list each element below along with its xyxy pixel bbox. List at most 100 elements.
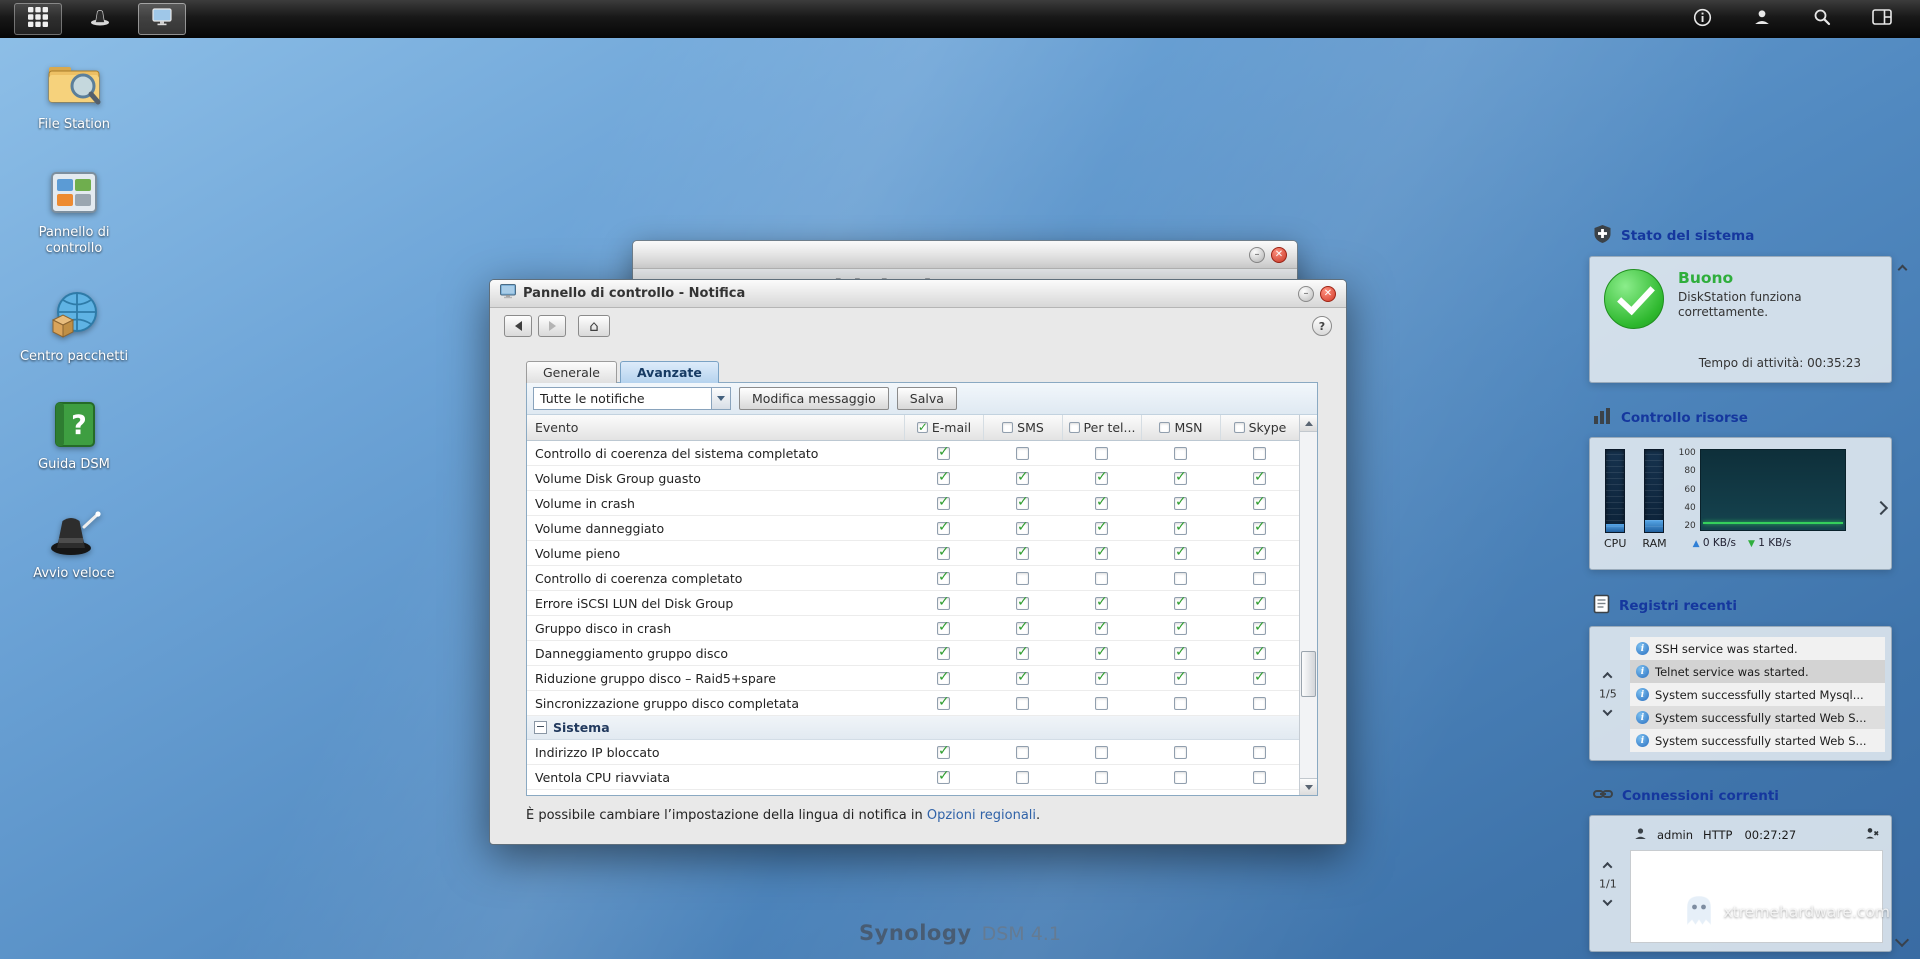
desktop-icon-control-panel[interactable]: Pannello di controllo: [12, 164, 136, 256]
notification-checkbox[interactable]: [1016, 745, 1029, 759]
desktop-icon-file-station[interactable]: File Station: [12, 56, 136, 132]
table-row[interactable]: Riduzione gruppo disco – Raid5+spare: [527, 666, 1299, 691]
window-titlebar[interactable]: Pannello di controllo - Notifica – ✕: [490, 280, 1346, 308]
table-row[interactable]: Indirizzo IP bloccato: [527, 740, 1299, 765]
notification-checkbox[interactable]: [1253, 594, 1266, 610]
notification-checkbox[interactable]: [1174, 770, 1187, 784]
notification-checkbox[interactable]: [1095, 770, 1108, 784]
notification-checkbox[interactable]: [937, 644, 950, 660]
notification-checkbox[interactable]: [937, 544, 950, 560]
notification-checkbox[interactable]: [937, 619, 950, 635]
home-button[interactable]: ⌂: [578, 315, 610, 337]
scrollbar-thumb[interactable]: [1301, 650, 1316, 697]
notification-checkbox[interactable]: [1253, 519, 1266, 535]
notification-checkbox[interactable]: [1016, 519, 1029, 535]
notification-checkbox[interactable]: [1174, 544, 1187, 560]
pager-up-icon[interactable]: [1602, 861, 1613, 872]
table-row[interactable]: Volume Disk Group guasto: [527, 466, 1299, 491]
minimize-button[interactable]: –: [1298, 285, 1314, 302]
notification-checkbox[interactable]: [1174, 696, 1187, 710]
table-section-row[interactable]: Sistema: [527, 716, 1299, 740]
edit-message-button[interactable]: Modifica messaggio: [739, 387, 889, 410]
notification-checkbox[interactable]: [1016, 469, 1029, 485]
notification-checkbox[interactable]: [1253, 696, 1266, 710]
notification-filter-select[interactable]: Tutte le notifiche: [533, 387, 731, 410]
desktop-icon-quick-start[interactable]: Avvio veloce: [12, 505, 136, 581]
table-row[interactable]: Danneggiamento gruppo disco: [527, 641, 1299, 666]
close-icon[interactable]: ✕: [1271, 246, 1287, 263]
close-icon[interactable]: ✕: [1320, 285, 1336, 302]
notification-checkbox[interactable]: [1095, 669, 1108, 685]
notification-checkbox[interactable]: [1095, 446, 1108, 460]
help-button[interactable]: ?: [1312, 316, 1332, 336]
notification-checkbox[interactable]: [1016, 446, 1029, 460]
connection-row[interactable]: admin HTTP 00:27:27: [1630, 824, 1883, 846]
notification-checkbox[interactable]: [937, 519, 950, 535]
forward-button[interactable]: [538, 315, 566, 337]
pager-down-icon[interactable]: [1602, 705, 1613, 716]
notification-checkbox[interactable]: [1016, 594, 1029, 610]
notification-checkbox[interactable]: [1174, 519, 1187, 535]
notification-checkbox[interactable]: [1253, 770, 1266, 784]
notification-checkbox[interactable]: [1016, 770, 1029, 784]
notification-checkbox[interactable]: [1095, 571, 1108, 585]
notification-checkbox[interactable]: [1253, 494, 1266, 510]
widget-pane-scroll-up[interactable]: [1897, 258, 1908, 277]
notification-checkbox[interactable]: [1174, 669, 1187, 685]
user-button[interactable]: [1742, 3, 1782, 35]
notification-checkbox[interactable]: [1095, 519, 1108, 535]
tab-generale[interactable]: Generale: [526, 361, 617, 383]
table-row[interactable]: Controllo di coerenza del sistema comple…: [527, 441, 1299, 466]
widgets-panel-button[interactable]: [1862, 3, 1902, 35]
notification-checkbox[interactable]: [1016, 544, 1029, 560]
notification-checkbox[interactable]: [1253, 644, 1266, 660]
pager-up-icon[interactable]: [1602, 671, 1613, 682]
notification-checkbox[interactable]: [1174, 446, 1187, 460]
quick-start-taskbar-button[interactable]: [76, 3, 124, 35]
notification-checkbox[interactable]: [937, 743, 950, 759]
table-row[interactable]: Volume in crash: [527, 491, 1299, 516]
scroll-up-button[interactable]: [1300, 415, 1317, 432]
notification-checkbox[interactable]: [1174, 745, 1187, 759]
notification-checkbox[interactable]: [937, 669, 950, 685]
notification-checkbox[interactable]: [1016, 696, 1029, 710]
notification-checkbox[interactable]: [1095, 644, 1108, 660]
table-row[interactable]: Ventola CPU riavviata: [527, 765, 1299, 790]
notification-checkbox[interactable]: [1174, 594, 1187, 610]
notification-checkbox[interactable]: [1253, 745, 1266, 759]
table-row[interactable]: Ventola CPU arrestata: [527, 790, 1299, 795]
notification-checkbox[interactable]: [1095, 594, 1108, 610]
notification-checkbox[interactable]: [1174, 619, 1187, 635]
notification-checkbox[interactable]: [1016, 494, 1029, 510]
log-entry[interactable]: i System successfully started Web S...: [1630, 706, 1885, 729]
table-row[interactable]: Volume pieno: [527, 541, 1299, 566]
disconnect-icon[interactable]: [1865, 827, 1879, 843]
notification-checkbox[interactable]: [1253, 544, 1266, 560]
notification-checkbox[interactable]: [937, 694, 950, 710]
widget-pane-scroll-down[interactable]: [1894, 930, 1910, 949]
notification-checkbox[interactable]: [937, 444, 950, 460]
vertical-scrollbar[interactable]: [1299, 415, 1317, 795]
notification-checkbox[interactable]: [1095, 469, 1108, 485]
notification-checkbox[interactable]: [1095, 544, 1108, 560]
notification-checkbox[interactable]: [1016, 619, 1029, 635]
table-row[interactable]: Controllo di coerenza completato: [527, 566, 1299, 591]
notification-checkbox[interactable]: [1016, 571, 1029, 585]
tab-avanzate[interactable]: Avanzate: [619, 361, 719, 383]
notification-checkbox[interactable]: [1174, 469, 1187, 485]
notification-checkbox[interactable]: [1253, 669, 1266, 685]
notification-checkbox[interactable]: [1016, 644, 1029, 660]
notification-checkbox[interactable]: [1095, 619, 1108, 635]
scroll-down-button[interactable]: [1300, 778, 1317, 795]
log-entry[interactable]: i Telnet service was started.: [1630, 660, 1885, 683]
log-entry[interactable]: i System successfully started Web S...: [1630, 729, 1885, 752]
active-app-taskbar-button[interactable]: [138, 3, 186, 35]
desktop-icon-dsm-help[interactable]: ? Guida DSM: [12, 396, 136, 472]
notification-checkbox[interactable]: [1174, 571, 1187, 585]
notification-checkbox[interactable]: [1253, 469, 1266, 485]
notification-checkbox[interactable]: [1016, 669, 1029, 685]
channel-select-all-checkbox[interactable]: [1002, 422, 1014, 433]
notification-checkbox[interactable]: [1174, 494, 1187, 510]
notification-checkbox[interactable]: [1253, 619, 1266, 635]
back-button[interactable]: [504, 315, 532, 337]
